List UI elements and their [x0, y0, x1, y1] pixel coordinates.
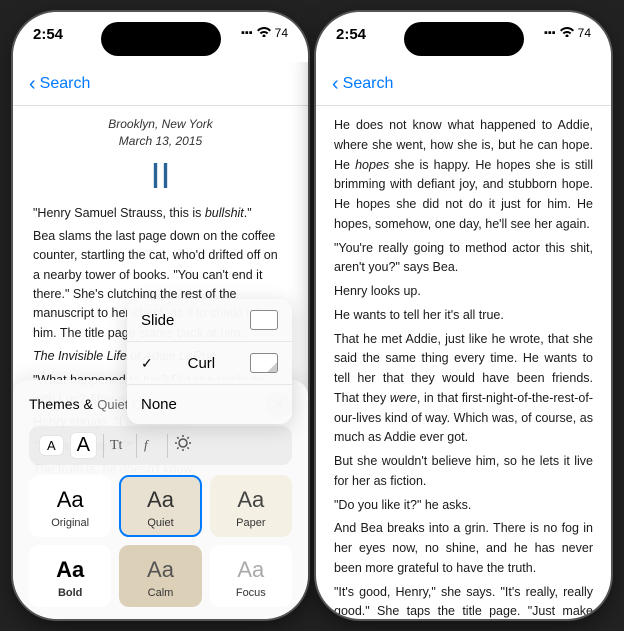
- right-signal-icon: ▪▪▪: [544, 27, 556, 39]
- back-label: Search: [40, 75, 91, 93]
- right-para-1: He does not know what happened to Addie,…: [334, 116, 593, 235]
- svg-text:f: f: [144, 437, 150, 452]
- themes-label: Themes &: [29, 396, 93, 412]
- right-para-4: He wants to tell her it's all true.: [334, 306, 593, 326]
- right-time: 2:54: [336, 26, 366, 43]
- theme-card-bold[interactable]: Aa Bold: [29, 545, 111, 607]
- battery-icon: 74: [275, 26, 288, 40]
- theme-original-label: Original: [51, 517, 89, 529]
- left-status-icons: ▪▪▪ 74: [241, 26, 288, 40]
- right-para-6: But she wouldn't believe him, so he lets…: [334, 452, 593, 492]
- right-battery: 74: [578, 26, 591, 40]
- left-nav-bar: ‹ Search: [13, 62, 308, 106]
- right-para-7: "Do you like it?" he asks.: [334, 496, 593, 516]
- right-back-chevron: ‹: [332, 74, 339, 94]
- right-para-9: "It's good, Henry," she says. "It's real…: [334, 583, 593, 620]
- slide-option-none[interactable]: None: [127, 385, 292, 424]
- svg-text:Tt: Tt: [110, 438, 123, 452]
- right-para-8: And Bea breaks into a grin. There is no …: [334, 519, 593, 578]
- right-dynamic-island: [404, 22, 524, 56]
- book-header: Brooklyn, New YorkMarch 13, 2015: [33, 116, 288, 150]
- right-back-label: Search: [343, 75, 394, 93]
- theme-focus-aa: Aa: [237, 557, 264, 583]
- theme-card-focus[interactable]: Aa Focus: [210, 545, 292, 607]
- curl-icon: [250, 353, 278, 373]
- wifi-icon: [257, 26, 271, 40]
- curl-check: ✓: [141, 355, 153, 372]
- theme-paper-label: Paper: [236, 517, 265, 529]
- left-time: 2:54: [33, 26, 63, 43]
- right-phone: 2:54 ▪▪▪ 74 ‹ Search He does not know wh…: [316, 12, 611, 619]
- theme-bold-label: Bold: [58, 587, 82, 599]
- theme-card-paper[interactable]: Aa Paper: [210, 475, 292, 537]
- theme-cards-grid: Aa Original Aa Quiet Aa Paper Aa Bold: [29, 475, 292, 613]
- theme-original-aa: Aa: [57, 487, 84, 513]
- right-nav-bar: ‹ Search: [316, 62, 611, 106]
- theme-calm-label: Calm: [148, 587, 174, 599]
- theme-quiet-label: Quiet: [147, 517, 173, 529]
- phones-container: 2:54 ▪▪▪ 74 ‹ Search Brooklyn, New YorkM…: [0, 0, 624, 631]
- brightness-icon[interactable]: [174, 434, 192, 457]
- slide-option-slide[interactable]: Slide: [127, 299, 292, 342]
- font-style-icon[interactable]: f: [143, 436, 161, 456]
- back-chevron-icon: ‹: [29, 74, 36, 94]
- book-chapter: II: [33, 158, 288, 194]
- slide-icon: [250, 310, 278, 330]
- theme-bold-aa: Aa: [56, 557, 84, 583]
- font-divider-2: [136, 434, 137, 458]
- right-status-icons: ▪▪▪ 74: [544, 26, 591, 40]
- left-back-button[interactable]: ‹ Search: [29, 74, 90, 94]
- font-controls-row: A A Tt f: [29, 426, 292, 465]
- book-location: Brooklyn, New YorkMarch 13, 2015: [33, 116, 288, 150]
- slide-options-panel: Slide ✓ Curl None: [127, 299, 292, 424]
- theme-paper-aa: Aa: [237, 487, 264, 513]
- theme-card-calm[interactable]: Aa Calm: [119, 545, 201, 607]
- curl-label: Curl: [188, 355, 216, 372]
- font-large-a[interactable]: A: [70, 432, 97, 459]
- right-book-content: He does not know what happened to Addie,…: [316, 106, 611, 619]
- theme-quiet-aa: Aa: [147, 487, 174, 513]
- para-1: "Henry Samuel Strauss, this is bullshit.…: [33, 204, 288, 223]
- font-family-icon[interactable]: Tt: [110, 436, 130, 456]
- font-small-a[interactable]: A: [39, 435, 64, 456]
- right-back-button[interactable]: ‹ Search: [332, 74, 393, 94]
- dynamic-island: [101, 22, 221, 56]
- slide-label: Slide: [141, 312, 174, 329]
- right-para-2: "You're really going to method actor thi…: [334, 239, 593, 279]
- none-label: None: [141, 396, 177, 413]
- font-divider-1: [103, 434, 104, 458]
- font-divider-3: [167, 434, 168, 458]
- theme-focus-label: Focus: [236, 587, 266, 599]
- slide-option-curl[interactable]: ✓ Curl: [127, 342, 292, 385]
- left-phone: 2:54 ▪▪▪ 74 ‹ Search Brooklyn, New YorkM…: [13, 12, 308, 619]
- theme-calm-aa: Aa: [147, 557, 174, 583]
- right-para-5: That he met Addie, just like he wrote, t…: [334, 330, 593, 449]
- theme-card-quiet[interactable]: Aa Quiet: [119, 475, 201, 537]
- right-wifi-icon: [560, 26, 574, 40]
- theme-card-original[interactable]: Aa Original: [29, 475, 111, 537]
- signal-icon: ▪▪▪: [241, 27, 253, 39]
- right-para-3: Henry looks up.: [334, 282, 593, 302]
